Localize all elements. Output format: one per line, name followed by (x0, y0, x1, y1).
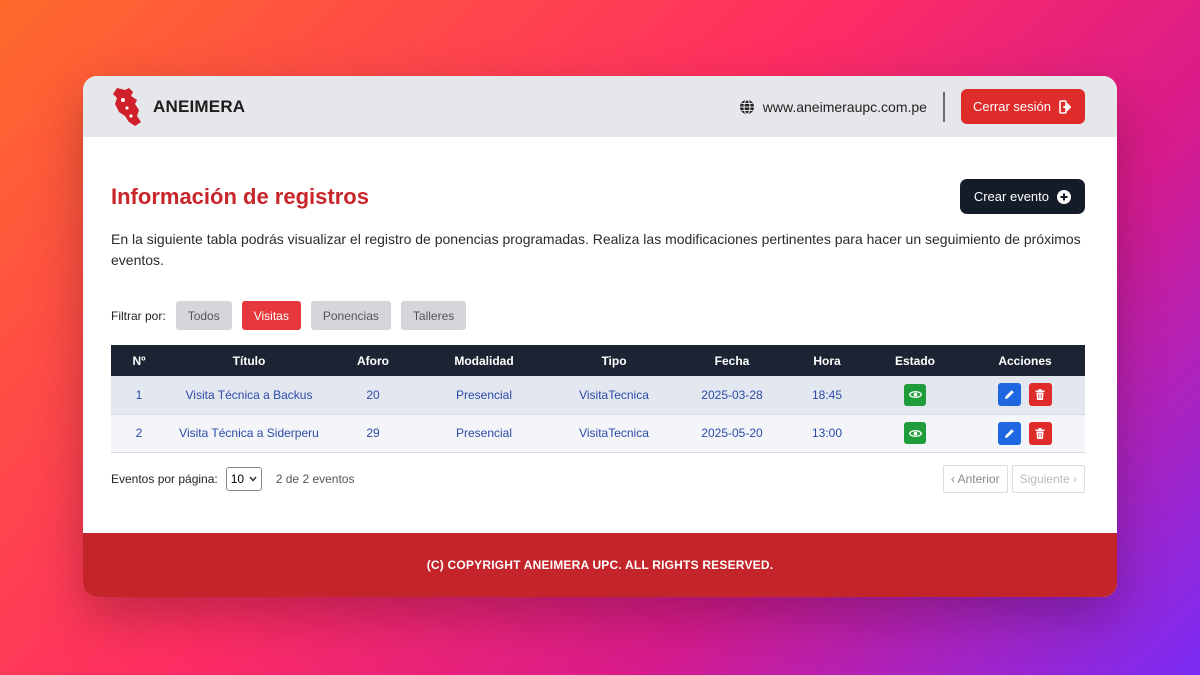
website-text: www.aneimeraupc.com.pe (762, 98, 927, 115)
per-page-value: 10 (230, 471, 245, 486)
delete-button[interactable] (1028, 383, 1052, 407)
cell-type: VisitaTecnica (579, 387, 649, 402)
col-actions: Acciones (998, 353, 1052, 368)
col-title[interactable]: Título (167, 345, 331, 376)
trash-icon (1035, 427, 1045, 439)
prev-label: Anterior (957, 471, 1000, 486)
cell-date: 2025-03-28 (701, 387, 763, 402)
pencil-icon (1005, 428, 1015, 438)
pagination-bar: Eventos por página: 10 2 de 2 eventos ‹ … (111, 464, 1085, 493)
copyright-text: (C) COPYRIGHT ANEIMERA UPC. ALL RIGHTS R… (426, 558, 774, 572)
cell-number: 1 (135, 387, 143, 402)
plus-circle-icon (1057, 189, 1071, 204)
eye-icon (908, 429, 922, 437)
title-row: Información de registros Crear evento (111, 179, 1085, 214)
globe-icon (739, 98, 754, 115)
footer: (C) COPYRIGHT ANEIMERA UPC. ALL RIGHTS R… (83, 533, 1117, 597)
chevron-down-icon (249, 476, 257, 482)
filter-label: Filtrar por: (111, 308, 166, 323)
peru-map-logo (113, 87, 141, 126)
cell-status (865, 414, 965, 452)
logout-button[interactable]: Cerrar sesión (960, 89, 1085, 124)
per-page-select[interactable]: 10 (225, 466, 262, 491)
col-number[interactable]: Nº (111, 345, 167, 376)
events-table: Nº Título Aforo Modalidad Tipo Fecha Hor… (111, 345, 1085, 453)
create-event-label: Crear evento (973, 189, 1049, 204)
cell-modality: Presencial (455, 387, 513, 402)
cell-time: 13:00 (811, 426, 843, 440)
filter-visitas[interactable]: Visitas (241, 301, 301, 330)
cell-date: 2025-05-20 (701, 426, 763, 440)
cell-title: Visita Técnica a Backus (185, 387, 313, 402)
logout-icon (1059, 99, 1071, 114)
create-event-button[interactable]: Crear evento (959, 179, 1085, 214)
col-modality[interactable]: Modalidad (415, 345, 553, 376)
next-label: Siguiente (1019, 471, 1070, 486)
filter-bar: Filtrar por: Todos Visitas Ponencias Tal… (111, 301, 1085, 330)
cell-actions (965, 414, 1085, 452)
eye-icon (908, 391, 922, 399)
next-page-button[interactable]: Siguiente › (1011, 464, 1085, 493)
per-page-label: Eventos por página: (111, 471, 218, 486)
filter-todos[interactable]: Todos (175, 301, 232, 330)
view-button[interactable] (904, 383, 926, 406)
col-type[interactable]: Tipo (553, 345, 675, 376)
chevron-right-icon: › (1069, 471, 1077, 486)
table-row: 2 Visita Técnica a Siderperu 29 Presenci… (111, 414, 1085, 452)
top-right: www.aneimeraupc.com.pe Cerrar sesión (739, 89, 1085, 124)
pager-buttons: ‹ Anterior Siguiente › (939, 464, 1085, 493)
cell-actions (965, 376, 1085, 414)
col-time[interactable]: Hora (789, 345, 865, 376)
page-description: En la siguiente tabla podrás visualizar … (111, 231, 1081, 268)
edit-button[interactable] (998, 421, 1022, 445)
col-status[interactable]: Estado (865, 345, 965, 376)
prev-page-button[interactable]: ‹ Anterior (942, 464, 1008, 493)
cell-status (865, 376, 965, 414)
main-content: Información de registros Crear evento En… (83, 179, 1117, 493)
cell-capacity: 29 (366, 426, 380, 440)
event-count: 2 de 2 eventos (275, 471, 355, 486)
filter-talleres[interactable]: Talleres (400, 301, 467, 330)
cell-number: 2 (135, 426, 143, 440)
app-card: ANEIMERA www.aneimeraupc.com.pe Cerrar s… (83, 76, 1117, 597)
table-header-row: Nº Título Aforo Modalidad Tipo Fecha Hor… (111, 345, 1085, 376)
edit-button[interactable] (998, 383, 1022, 407)
logout-label: Cerrar sesión (972, 99, 1051, 114)
cell-title: Visita Técnica a Siderperu (179, 426, 319, 440)
cell-capacity: 20 (366, 387, 380, 402)
top-bar: ANEIMERA www.aneimeraupc.com.pe Cerrar s… (83, 76, 1117, 137)
header-divider (942, 91, 945, 122)
col-date[interactable]: Fecha (675, 345, 789, 376)
table-row: 1 Visita Técnica a Backus 20 Presencial … (111, 376, 1085, 414)
website-link[interactable]: www.aneimeraupc.com.pe (739, 99, 927, 115)
cell-type: VisitaTecnica (579, 426, 649, 440)
filter-ponencias[interactable]: Ponencias (310, 301, 391, 330)
pencil-icon (1005, 390, 1015, 400)
trash-icon (1035, 389, 1045, 401)
col-capacity[interactable]: Aforo (331, 345, 415, 376)
cell-modality: Presencial (455, 426, 513, 440)
page-title: Información de registros (111, 183, 369, 209)
delete-button[interactable] (1028, 421, 1052, 445)
chevron-left-icon: ‹ (950, 471, 958, 486)
view-button[interactable] (904, 422, 926, 444)
cell-time: 18:45 (811, 387, 843, 402)
brand-name: ANEIMERA (153, 96, 246, 116)
